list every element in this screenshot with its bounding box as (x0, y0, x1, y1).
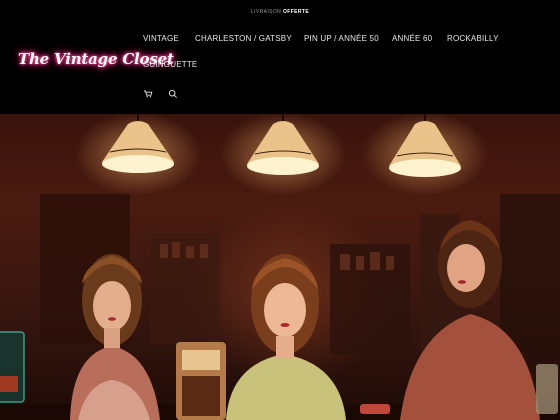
nav-item-annee-60[interactable]: ANNÉE 60 (392, 34, 432, 43)
hero-scene (0, 114, 560, 420)
nav-item-rockabilly[interactable]: ROCKABILLY (447, 34, 499, 43)
nav-item-vintage[interactable]: VINTAGE (143, 34, 179, 43)
nav-item-charleston-gatsby[interactable]: CHARLESTON / GATSBY (195, 34, 292, 43)
site-header: The Vintage Closet VINTAGE CHARLESTON / … (0, 16, 560, 114)
figure-center (226, 254, 346, 420)
announcement-text: LIVRAISON OFFERTE (250, 9, 310, 15)
nav-item-guinguette[interactable]: GUINGUETTE (143, 60, 197, 69)
lamp-center (247, 114, 319, 175)
cart-icon[interactable] (143, 86, 153, 98)
lamp-right (389, 114, 461, 177)
hero-banner-image (0, 114, 560, 420)
search-icon[interactable] (168, 86, 178, 98)
lamp-left (102, 114, 174, 173)
nav-item-pin-up-annee-50[interactable]: PIN UP / ANNÉE 50 (304, 34, 379, 43)
announcement-bar: LIVRAISON OFFERTE (0, 0, 560, 16)
